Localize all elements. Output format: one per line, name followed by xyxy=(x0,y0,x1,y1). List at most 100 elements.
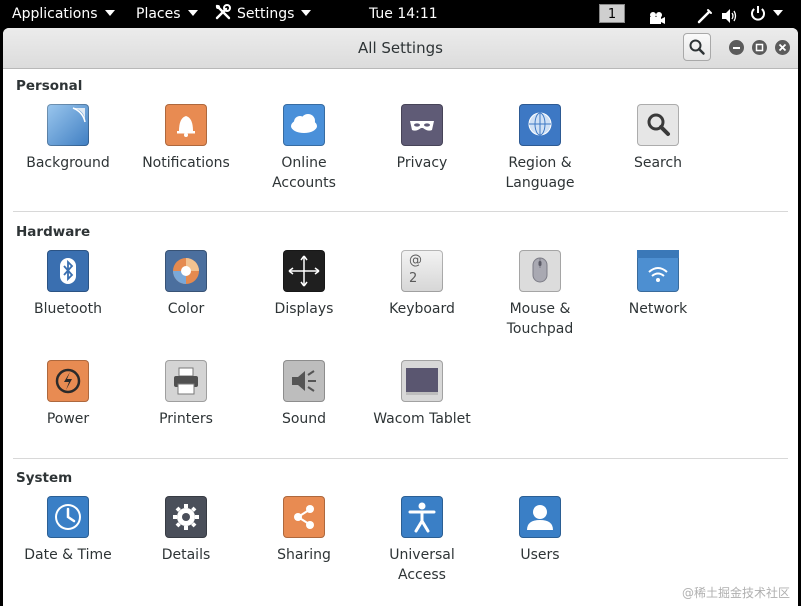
network-icon xyxy=(637,250,679,292)
workspace-indicator[interactable]: 1 xyxy=(599,4,625,23)
panel-label: Universal Access xyxy=(389,547,455,583)
panel-label: Online Accounts xyxy=(272,155,336,191)
volume-icon[interactable] xyxy=(721,6,739,23)
tools-icon xyxy=(215,4,231,20)
settings-window: All Settings Personal Background Notific… xyxy=(3,28,798,606)
tablet-icon xyxy=(401,360,443,402)
keyboard-icon: @ 2 xyxy=(401,250,443,292)
panel-label: Displays xyxy=(274,301,334,317)
panel-bluetooth[interactable]: Bluetooth xyxy=(13,250,123,319)
panel-background[interactable]: Background xyxy=(13,104,123,173)
key-glyph-bottom: 2 xyxy=(409,271,418,286)
panel-label: Date & Time xyxy=(24,547,112,563)
panel-power[interactable]: Power xyxy=(13,360,123,429)
panel-printers[interactable]: Printers xyxy=(131,360,241,429)
top-bar: Applications Places Settings Tue 14:11 1 xyxy=(0,0,801,28)
settings-menu[interactable]: Settings xyxy=(214,0,312,28)
panel-label: Search xyxy=(633,155,683,171)
clock[interactable]: Tue 14:11 xyxy=(369,0,438,28)
maximize-button[interactable] xyxy=(752,40,767,55)
panel-label: Mouse & Touchpad xyxy=(506,301,574,337)
globe-icon xyxy=(519,104,561,146)
user-icon xyxy=(519,496,561,538)
panel-universal-access[interactable]: Universal Access xyxy=(367,496,477,585)
places-menu[interactable]: Places xyxy=(136,0,198,28)
panel-date-time[interactable]: Date & Time xyxy=(13,496,123,565)
printer-icon xyxy=(165,360,207,402)
section-title-hardware: Hardware xyxy=(16,224,91,240)
settings-label: Settings xyxy=(237,6,295,22)
magnifier-icon xyxy=(637,104,679,146)
panel-keyboard[interactable]: @ 2 Keyboard xyxy=(367,250,477,319)
color-icon xyxy=(165,250,207,292)
search-icon xyxy=(689,39,705,55)
gear-icon xyxy=(165,496,207,538)
section-title-personal: Personal xyxy=(16,78,83,94)
panel-notifications[interactable]: Notifications xyxy=(131,104,241,173)
mouse-icon xyxy=(519,250,561,292)
minimize-button[interactable] xyxy=(729,40,744,55)
panel-label: Printers xyxy=(159,411,213,427)
panel-label: Wacom Tablet xyxy=(373,411,471,427)
background-icon xyxy=(47,104,89,146)
panel-label: Network xyxy=(628,301,688,317)
panel-label: Details xyxy=(161,547,211,563)
panel-label: Background xyxy=(26,155,110,171)
panel-label: Privacy xyxy=(396,155,448,171)
panel-label: Sound xyxy=(281,411,327,427)
applications-menu[interactable]: Applications xyxy=(12,0,115,28)
header-bar: All Settings xyxy=(3,28,798,69)
panel-label: Power xyxy=(46,411,90,427)
share-icon xyxy=(283,496,325,538)
chevron-down-icon xyxy=(773,10,783,16)
search-button[interactable] xyxy=(683,33,711,61)
panel-region-language[interactable]: Region & Language xyxy=(485,104,595,193)
clock-icon xyxy=(47,496,89,538)
mask-icon xyxy=(401,104,443,146)
panel-label: Notifications xyxy=(142,155,230,171)
panel-sharing[interactable]: Sharing xyxy=(249,496,359,565)
panel-wacom-tablet[interactable]: Wacom Tablet xyxy=(367,360,477,429)
section-divider xyxy=(13,458,788,459)
places-label: Places xyxy=(136,6,181,22)
power-icon xyxy=(47,360,89,402)
panel-label: Keyboard xyxy=(389,301,455,317)
key-glyph-top: @ xyxy=(409,253,422,268)
speaker-icon xyxy=(283,360,325,402)
panel-label: Region & Language xyxy=(505,155,575,191)
close-icon xyxy=(778,43,787,52)
panel-displays[interactable]: Displays xyxy=(249,250,359,319)
power-icon xyxy=(751,6,765,21)
watermark: @稀土掘金技术社区 xyxy=(681,586,790,600)
pen-icon[interactable] xyxy=(697,6,713,24)
chevron-down-icon xyxy=(301,10,312,16)
display-icon xyxy=(283,250,325,292)
panel-users[interactable]: Users xyxy=(485,496,595,565)
chevron-down-icon xyxy=(187,10,198,16)
cloud-icon xyxy=(283,104,325,146)
chevron-down-icon xyxy=(104,10,115,16)
window-title: All Settings xyxy=(358,39,443,57)
panel-online-accounts[interactable]: Online Accounts xyxy=(249,104,359,193)
panel-privacy[interactable]: Privacy xyxy=(367,104,477,173)
panel-mouse-touchpad[interactable]: Mouse & Touchpad xyxy=(485,250,595,339)
section-title-system: System xyxy=(16,470,73,486)
section-divider xyxy=(13,211,788,212)
panel-label: Users xyxy=(520,547,560,563)
panel-details[interactable]: Details xyxy=(131,496,241,565)
maximize-icon xyxy=(755,43,764,52)
close-button[interactable] xyxy=(775,40,790,55)
panel-network[interactable]: Network xyxy=(603,250,713,319)
panel-label: Bluetooth xyxy=(34,301,102,317)
panel-color[interactable]: Color xyxy=(131,250,241,319)
panel-sound[interactable]: Sound xyxy=(249,360,359,429)
panel-search[interactable]: Search xyxy=(603,104,713,173)
accessibility-icon xyxy=(401,496,443,538)
clock-label: Tue 14:11 xyxy=(369,6,438,22)
applications-label: Applications xyxy=(12,6,98,22)
camera-icon[interactable] xyxy=(648,7,666,24)
system-menu[interactable] xyxy=(750,0,783,28)
minimize-icon xyxy=(733,47,740,49)
panel-label: Sharing xyxy=(277,547,331,563)
bluetooth-icon xyxy=(47,250,89,292)
